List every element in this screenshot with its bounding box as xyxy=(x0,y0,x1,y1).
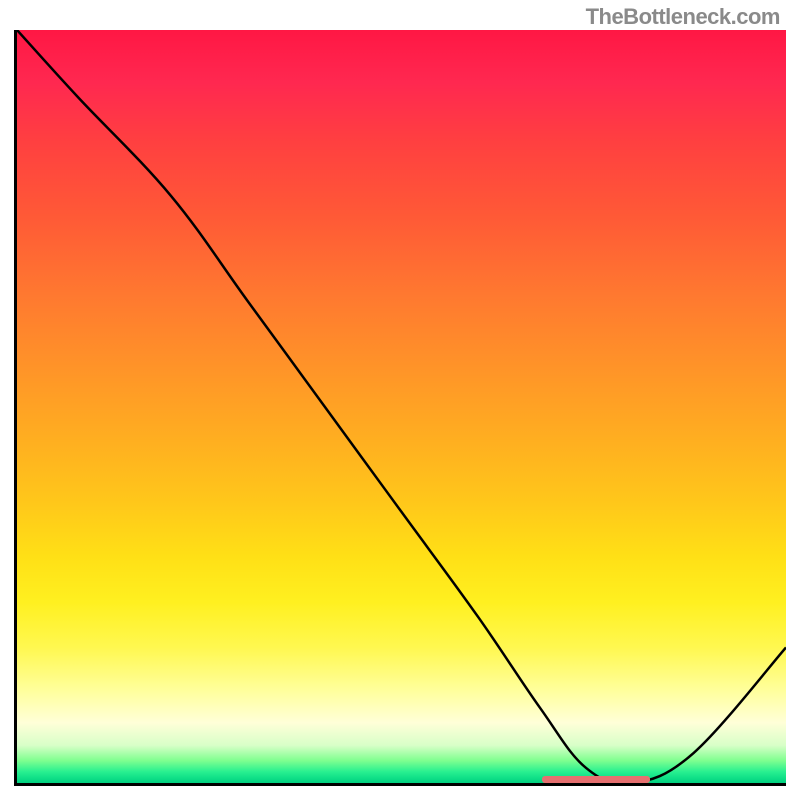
optimal-range-marker xyxy=(542,776,650,783)
bottleneck-curve-svg xyxy=(17,30,786,783)
chart-plot-area xyxy=(14,30,786,786)
attribution-text: TheBottleneck.com xyxy=(586,4,780,30)
bottleneck-curve-line xyxy=(17,30,786,783)
